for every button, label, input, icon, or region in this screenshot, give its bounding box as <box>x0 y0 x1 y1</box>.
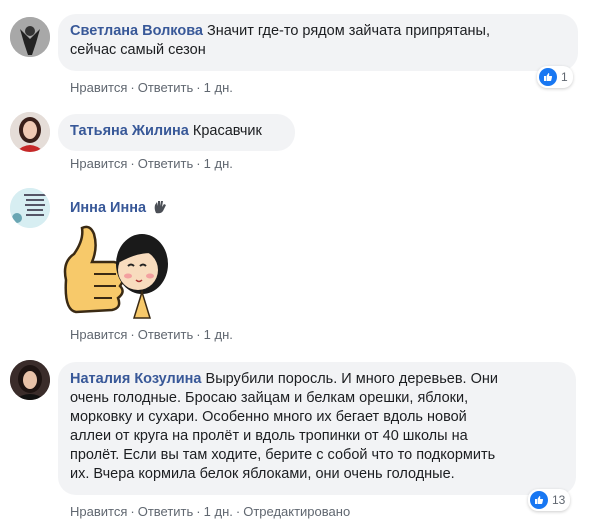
comment-text: Значит где-то рядом зайчата припрятаны, <box>207 23 491 39</box>
sticker <box>54 222 174 328</box>
edited-label[interactable]: Отредактировано <box>243 504 350 519</box>
reply-link[interactable]: Ответить <box>138 80 194 95</box>
like-link[interactable]: Нравится <box>70 327 127 342</box>
comment-text: очень голодные. Бросаю зайцам и белкам о… <box>70 390 469 406</box>
reaction-number: 13 <box>552 493 566 507</box>
author-name[interactable]: Наталия Козулина <box>70 371 202 387</box>
reply-link[interactable]: Ответить <box>138 504 194 519</box>
timestamp[interactable]: 1 дн. <box>204 504 233 519</box>
comment-text: их. Вчера кормила белок яблоками, они оч… <box>70 466 455 482</box>
comment-actions: Нравится · Ответить · 1 дн. · Отредактировано <box>70 504 351 519</box>
comment-bubble: Наталия Козулина Вырубили поросль. И мно… <box>58 362 576 495</box>
timestamp[interactable]: 1 дн. <box>204 156 233 171</box>
comment-bubble: Татьяна Жилина Красавчик <box>58 114 295 151</box>
avatar-image <box>10 188 50 228</box>
avatar[interactable] <box>10 360 50 400</box>
comment-text: Красавчик <box>192 123 262 139</box>
comment-text: морковку и сухари. Особенно много их бег… <box>70 409 467 425</box>
comment-bubble: Светлана Волкова Значит где-то рядом зай… <box>58 14 578 71</box>
author-name[interactable]: Татьяна Жилина <box>70 123 189 139</box>
comment-text: пролёт. Если вы там ходите, берите с соб… <box>70 447 496 463</box>
comment-actions: Нравится · Ответить · 1 дн. <box>70 327 233 342</box>
thumbs-up-icon <box>539 68 557 86</box>
like-link[interactable]: Нравится <box>70 156 127 171</box>
timestamp[interactable]: 1 дн. <box>204 327 233 342</box>
avatar[interactable] <box>10 17 50 57</box>
comment-text: аллеи от круга на пролёт и вдоль тропинк… <box>70 428 468 444</box>
comment-text: Вырубили поросль. И много деревьев. Они <box>205 371 498 387</box>
comment-text: сейчас самый сезон <box>70 42 206 58</box>
comment-actions: Нравится · Ответить · 1 дн. <box>70 156 233 171</box>
reply-link[interactable]: Ответить <box>138 156 194 171</box>
waving-hand-icon <box>152 199 168 219</box>
author-name[interactable]: Инна Инна <box>70 200 146 216</box>
reaction-count[interactable]: 1 <box>537 66 573 88</box>
like-link[interactable]: Нравится <box>70 80 127 95</box>
timestamp[interactable]: 1 дн. <box>204 80 233 95</box>
comment-header: Инна Инна <box>70 199 168 219</box>
author-name[interactable]: Светлана Волкова <box>70 23 203 39</box>
comment-actions: Нравится · Ответить · 1 дн. <box>70 80 233 95</box>
reaction-number: 1 <box>561 70 568 84</box>
thumbs-up-icon <box>530 491 548 509</box>
reaction-count[interactable]: 13 <box>528 489 571 511</box>
reply-link[interactable]: Ответить <box>138 327 194 342</box>
avatar[interactable] <box>10 112 50 152</box>
avatar[interactable] <box>10 188 50 228</box>
like-link[interactable]: Нравится <box>70 504 127 519</box>
